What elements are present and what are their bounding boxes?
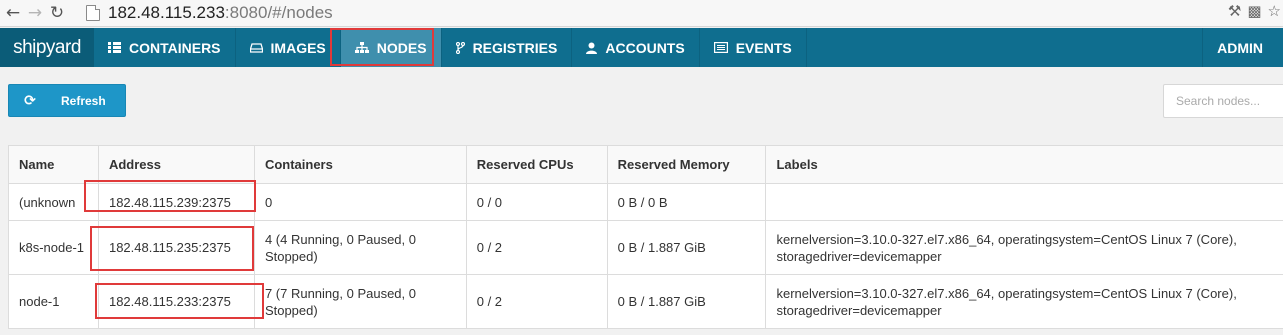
- node-labels: kernelversion=3.10.0-327.el7.x86_64, ope…: [765, 274, 1283, 329]
- translate-icon[interactable]: ▩: [1247, 2, 1261, 20]
- browser-toolbar: ← → ↻ 182.48.115.233:8080/#/nodes ⚒ ▩ ☆: [0, 0, 1283, 27]
- grid-icon: [108, 42, 121, 53]
- nav-containers[interactable]: CONTAINERS: [94, 28, 236, 67]
- node-name: k8s-node-1: [8, 220, 99, 275]
- admin-menu[interactable]: ADMIN: [1202, 28, 1283, 67]
- table-header-row: Name Address Containers Reserved CPUs Re…: [8, 145, 1283, 184]
- reload-icon[interactable]: ↻: [46, 2, 68, 24]
- brand-logo[interactable]: shipyard: [0, 28, 94, 67]
- header-reserved-memory[interactable]: Reserved Memory: [606, 145, 767, 184]
- node-address: 182.48.115.239:2375: [97, 183, 255, 221]
- url-path: :8080/#/nodes: [224, 3, 333, 22]
- bookmark-star-icon[interactable]: ☆: [1268, 2, 1281, 20]
- nav-accounts[interactable]: ACCOUNTS: [572, 28, 700, 67]
- header-reserved-cpus[interactable]: Reserved CPUs: [465, 145, 608, 184]
- header-labels[interactable]: Labels: [765, 145, 1283, 184]
- table-row[interactable]: k8s-node-1 182.48.115.235:2375 4 (4 Runn…: [8, 220, 1283, 275]
- nav-label: REGISTRIES: [472, 39, 558, 56]
- url-host: 182.48.115.233: [108, 3, 225, 22]
- nodes-table: Name Address Containers Reserved CPUs Re…: [8, 145, 1283, 329]
- nav-events[interactable]: EVENTS: [700, 28, 807, 67]
- forward-icon[interactable]: →: [24, 2, 46, 24]
- search-nodes-input[interactable]: [1163, 84, 1283, 118]
- header-name[interactable]: Name: [8, 145, 99, 184]
- node-name: node-1: [8, 274, 99, 329]
- address-bar[interactable]: 182.48.115.233:8080/#/nodes: [86, 1, 1226, 25]
- node-reserved-cpus: 0 / 0: [465, 183, 608, 221]
- node-address: 182.48.115.233:2375: [97, 274, 255, 329]
- code-fork-icon: [455, 41, 465, 54]
- node-reserved-cpus: 0 / 2: [465, 220, 608, 275]
- node-containers: 0: [253, 183, 467, 221]
- refresh-label: Refresh: [61, 93, 106, 108]
- sitemap-icon: [354, 42, 369, 53]
- refresh-button[interactable]: ⟳ Refresh: [8, 84, 126, 117]
- node-reserved-memory: 0 B / 1.887 GiB: [606, 220, 767, 275]
- nav-registries[interactable]: REGISTRIES: [442, 28, 573, 67]
- node-name: (unknown: [8, 183, 99, 221]
- refresh-icon: ⟳: [24, 92, 36, 109]
- extension-icon[interactable]: ⚒: [1228, 2, 1241, 20]
- header-containers[interactable]: Containers: [253, 145, 467, 184]
- user-icon: [586, 42, 598, 54]
- nav-label: IMAGES: [270, 39, 326, 56]
- header-address[interactable]: Address: [97, 145, 255, 184]
- nav-label: NODES: [376, 39, 427, 56]
- node-labels: [765, 183, 1283, 221]
- nav-label: ACCOUNTS: [605, 39, 685, 56]
- top-navbar: shipyard CONTAINERS IMAGES NODES REGISTR…: [0, 28, 1283, 67]
- node-labels: kernelversion=3.10.0-327.el7.x86_64, ope…: [765, 220, 1283, 275]
- node-containers: 7 (7 Running, 0 Paused, 0 Stopped): [253, 274, 467, 329]
- node-reserved-memory: 0 B / 0 B: [606, 183, 767, 221]
- node-reserved-memory: 0 B / 1.887 GiB: [606, 274, 767, 329]
- nav-label: EVENTS: [735, 39, 792, 56]
- table-row[interactable]: (unknown 182.48.115.239:2375 0 0 / 0 0 B…: [8, 183, 1283, 221]
- nav-label: CONTAINERS: [129, 39, 221, 56]
- hdd-icon: [249, 42, 263, 53]
- node-containers: 4 (4 Running, 0 Paused, 0 Stopped): [253, 220, 467, 275]
- list-icon: [713, 42, 728, 53]
- table-row[interactable]: node-1 182.48.115.233:2375 7 (7 Running,…: [8, 274, 1283, 329]
- nav-images[interactable]: IMAGES: [236, 28, 341, 67]
- node-address: 182.48.115.235:2375: [97, 220, 255, 275]
- node-reserved-cpus: 0 / 2: [465, 274, 608, 329]
- back-icon[interactable]: ←: [2, 2, 24, 24]
- page-icon: [86, 5, 100, 21]
- nav-nodes[interactable]: NODES: [340, 28, 442, 67]
